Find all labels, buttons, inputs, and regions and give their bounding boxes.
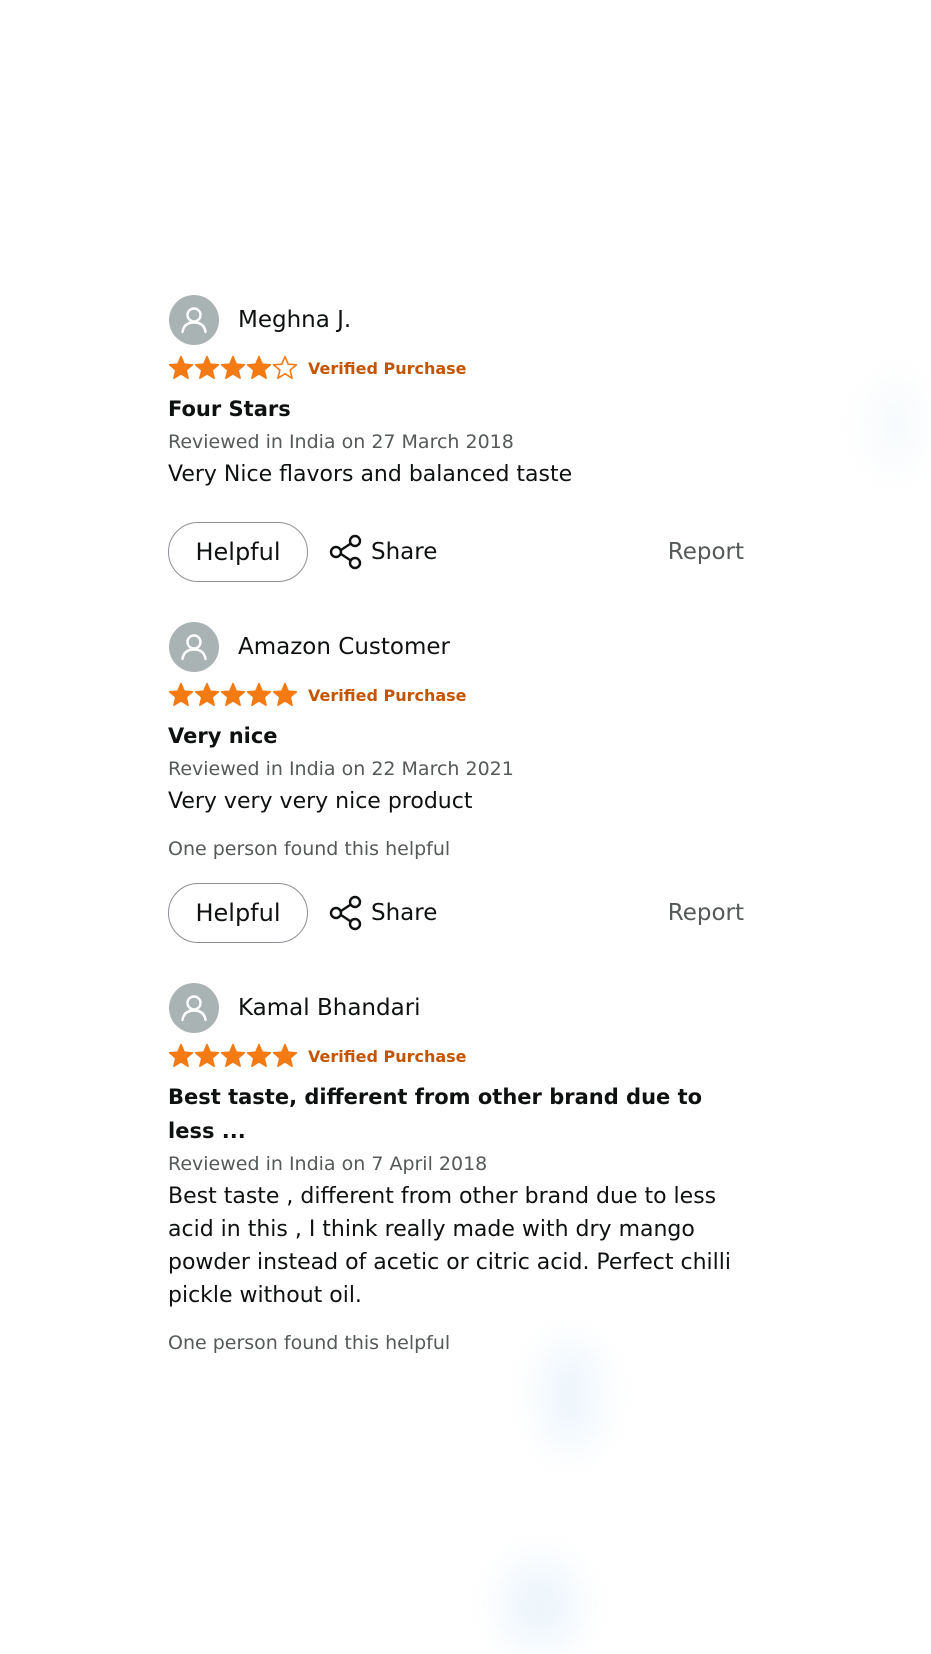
star-filled-icon [246, 682, 272, 708]
helpful-button[interactable]: Helpful [168, 883, 308, 943]
star-filled-icon [272, 682, 298, 708]
person-avatar-icon [169, 983, 219, 1033]
review-actions: Helpful Share Report [168, 882, 748, 944]
reviewer-profile[interactable]: Amazon Customer [168, 621, 748, 673]
person-avatar-icon [169, 622, 219, 672]
star-filled-icon [168, 682, 194, 708]
verified-purchase-badge: Verified Purchase [308, 685, 467, 705]
reviewer-profile[interactable]: Meghna J. [168, 294, 748, 346]
star-filled-icon [194, 1043, 220, 1069]
star-filled-icon [220, 1043, 246, 1069]
helpful-count: One person found this helpful [168, 838, 451, 860]
verified-purchase-badge: Verified Purchase [308, 358, 467, 378]
rating-row: Verified Purchase [168, 1042, 748, 1070]
verified-purchase-badge: Verified Purchase [308, 1046, 467, 1066]
share-icon [329, 895, 363, 931]
background-blur [540, 1340, 600, 1450]
review-title[interactable]: Very nice [168, 719, 748, 753]
report-link[interactable]: Report [668, 900, 744, 926]
star-rating[interactable] [168, 682, 298, 708]
review-date: Reviewed in India on 7 April 2018 [168, 1153, 488, 1175]
star-rating[interactable] [168, 355, 298, 381]
background-blur [500, 1560, 580, 1650]
report-link[interactable]: Report [668, 539, 744, 565]
star-filled-icon [168, 1043, 194, 1069]
star-filled-icon [168, 355, 194, 381]
background-blur [870, 380, 920, 470]
share-label: Share [371, 900, 438, 926]
person-avatar-icon [169, 295, 219, 345]
star-filled-icon [194, 355, 220, 381]
reviews-list: Meghna J. Verified Purchase Four Stars R… [168, 294, 748, 1356]
review-card: Amazon Customer Verified Purchase Very n… [168, 621, 748, 944]
review-body: Very very very nice product [168, 789, 473, 814]
review-card: Kamal Bhandari Verified Purchase Best ta… [168, 982, 748, 1356]
star-empty-icon [272, 355, 298, 381]
star-filled-icon [220, 682, 246, 708]
star-filled-icon [272, 1043, 298, 1069]
share-button[interactable]: Share [329, 895, 437, 931]
share-icon [329, 534, 363, 570]
reviewer-name: Meghna J. [238, 307, 352, 333]
star-filled-icon [220, 355, 246, 381]
star-filled-icon [246, 355, 272, 381]
share-button[interactable]: Share [329, 534, 437, 570]
star-filled-icon [246, 1043, 272, 1069]
rating-row: Verified Purchase [168, 354, 748, 382]
star-filled-icon [194, 682, 220, 708]
review-body: Best taste , different from other brand … [168, 1184, 731, 1308]
reviewer-name: Kamal Bhandari [238, 995, 421, 1021]
reviewer-name: Amazon Customer [238, 634, 450, 660]
review-title[interactable]: Best taste, different from other brand d… [168, 1080, 748, 1148]
rating-row: Verified Purchase [168, 681, 748, 709]
review-body: Very Nice flavors and balanced taste [168, 462, 573, 487]
review-card: Meghna J. Verified Purchase Four Stars R… [168, 294, 748, 583]
review-actions: Helpful Share Report [168, 521, 748, 583]
helpful-button[interactable]: Helpful [168, 522, 308, 582]
helpful-count: One person found this helpful [168, 1332, 451, 1354]
reviewer-profile[interactable]: Kamal Bhandari [168, 982, 748, 1034]
star-rating[interactable] [168, 1043, 298, 1069]
review-title[interactable]: Four Stars [168, 392, 748, 426]
review-date: Reviewed in India on 22 March 2021 [168, 758, 514, 780]
share-label: Share [371, 539, 438, 565]
review-date: Reviewed in India on 27 March 2018 [168, 431, 514, 453]
